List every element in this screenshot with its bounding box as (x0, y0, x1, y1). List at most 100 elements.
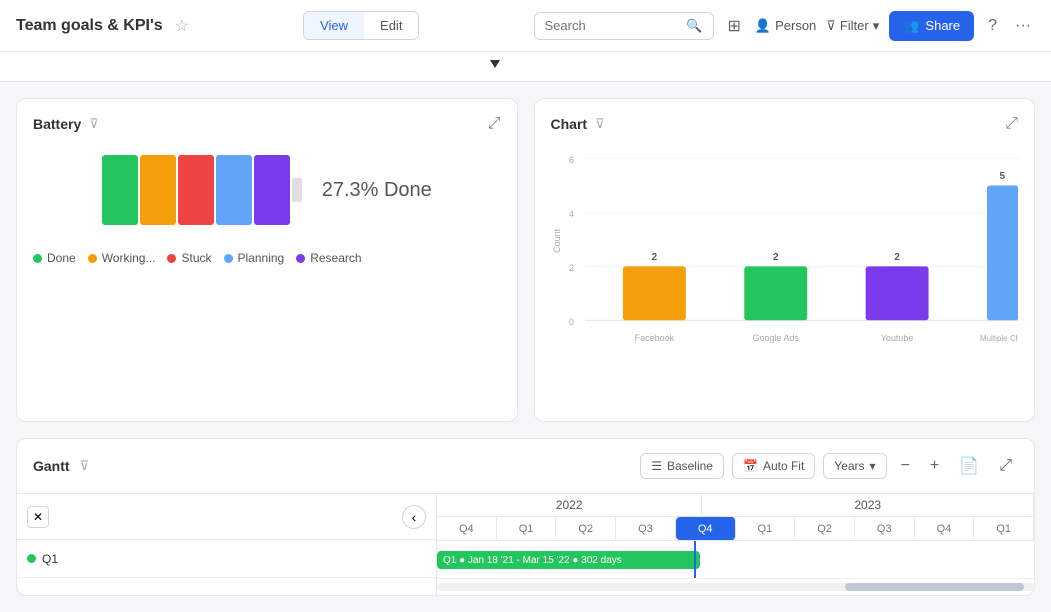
battery-legend: Done Working... Stuck Planning Research (33, 245, 501, 265)
gantt-expand-button[interactable]: ⤢ (993, 455, 1018, 477)
battery-cap (292, 178, 302, 202)
edit-button[interactable]: Edit (364, 12, 418, 39)
quarter-q1-2023: Q1 (736, 517, 796, 540)
cursor (490, 60, 500, 76)
filter-button[interactable]: ⊽ Filter ▾ (826, 18, 879, 34)
gantt-right: 2022 2023 Q4 Q1 Q2 Q3 Q4 Q1 Q2 (437, 494, 1034, 595)
battery-filter-icon[interactable]: ⊽ (89, 116, 99, 132)
person-icon: 👤 (755, 18, 771, 34)
share-icon: 👥 (903, 18, 919, 34)
svg-text:Facebook: Facebook (634, 333, 674, 343)
search-icon: 🔍 (686, 18, 702, 34)
bar-google-ads (744, 266, 807, 320)
legend-item-research: Research (296, 251, 361, 265)
legend-dot-research (296, 254, 305, 263)
header: Team goals & KPI's ☆ View Edit 🔍 ⊞ 👤 Per… (0, 0, 1051, 52)
svg-text:Youtube: Youtube (880, 333, 913, 343)
table-icon[interactable]: ⊞ (724, 12, 745, 40)
battery-bars (102, 155, 302, 225)
autofit-icon: 📅 (743, 459, 758, 473)
gantt-scrollbar[interactable] (437, 583, 1034, 591)
gantt-export-button[interactable]: 📄 (953, 454, 985, 478)
quarter-q2-2022: Q2 (556, 517, 616, 540)
svg-text:2: 2 (568, 263, 573, 273)
svg-text:Count: Count (551, 228, 561, 252)
chart-card: Chart ⊽ ⤢ 6 4 2 0 Count 2 Faceb (534, 98, 1036, 422)
help-icon[interactable]: ? (984, 13, 1001, 39)
battery-card: Battery ⊽ ⤢ 27.3% Done Done Working... (16, 98, 518, 422)
search-box[interactable]: 🔍 (534, 12, 714, 40)
quarter-q1-2022: Q1 (497, 517, 557, 540)
legend-dot-done (33, 254, 42, 263)
header-right: 🔍 ⊞ 👤 Person ⊽ Filter ▾ 👥 Share ? ··· (534, 11, 1036, 41)
filter-icon: ⊽ (826, 18, 836, 34)
search-input[interactable] (545, 18, 681, 33)
autofit-button[interactable]: 📅 Auto Fit (732, 453, 815, 479)
gantt-card: Gantt ⊽ ☰ Baseline 📅 Auto Fit Years ▾ − … (16, 438, 1035, 596)
bar-youtube (865, 266, 928, 320)
legend-item-done: Done (33, 251, 76, 265)
main-content: Battery ⊽ ⤢ 27.3% Done Done Working... (0, 82, 1051, 612)
gantt-scroll-left-button[interactable]: ‹ (402, 505, 426, 529)
more-icon[interactable]: ··· (1011, 13, 1035, 39)
year-2023: 2023 (702, 494, 1034, 516)
star-icon[interactable]: ☆ (175, 16, 189, 36)
svg-text:Google Ads: Google Ads (752, 333, 799, 343)
legend-item-planning: Planning (224, 251, 285, 265)
quarter-q4-2022-highlight: Q4 (676, 517, 736, 540)
years-select[interactable]: Years ▾ (823, 453, 886, 479)
svg-text:2: 2 (894, 252, 900, 263)
gantt-collapse-button[interactable]: ✕ (27, 506, 49, 528)
chevron-down-icon: ▾ (873, 18, 880, 34)
gantt-quarter-row: Q4 Q1 Q2 Q3 Q4 Q1 Q2 Q3 Q4 Q1 (437, 517, 1034, 540)
gantt-header: Gantt ⊽ ☰ Baseline 📅 Auto Fit Years ▾ − … (17, 439, 1034, 494)
legend-item-working: Working... (88, 251, 156, 265)
gantt-scrollbar-thumb (845, 583, 1024, 591)
legend-label-research: Research (310, 251, 361, 265)
quarter-q3-2022: Q3 (616, 517, 676, 540)
svg-text:6: 6 (568, 155, 573, 165)
quarter-q4-2021: Q4 (437, 517, 497, 540)
legend-item-stuck: Stuck (167, 251, 211, 265)
gantt-timeline-header: 2022 2023 Q4 Q1 Q2 Q3 Q4 Q1 Q2 (437, 494, 1034, 541)
legend-dot-working (88, 254, 97, 263)
quarter-q3-2023: Q3 (855, 517, 915, 540)
battery-bar-working (140, 155, 176, 225)
battery-bar-research (254, 155, 290, 225)
chart-filter-icon[interactable]: ⊽ (595, 116, 605, 132)
battery-visual: 27.3% Done (33, 145, 501, 245)
gantt-plus-button[interactable]: + (924, 455, 945, 477)
svg-text:5: 5 (999, 171, 1005, 182)
quarter-q1-2024: Q1 (974, 517, 1034, 540)
share-button[interactable]: 👥 Share (889, 11, 974, 41)
gantt-left-header: ✕ ‹ (17, 494, 436, 540)
year-2022: 2022 (437, 494, 702, 516)
legend-dot-planning (224, 254, 233, 263)
quarter-q4-2023: Q4 (915, 517, 975, 540)
gantt-controls: ☰ Baseline 📅 Auto Fit Years ▾ − + 📄 ⤢ (640, 453, 1018, 479)
gantt-today-line (694, 541, 696, 578)
svg-text:Multiple Cha: Multiple Cha (979, 334, 1018, 343)
chart-title: Chart (551, 116, 588, 132)
baseline-button[interactable]: ☰ Baseline (640, 453, 724, 479)
view-edit-toggle: View Edit (303, 11, 419, 40)
view-button[interactable]: View (304, 12, 364, 39)
legend-label-planning: Planning (238, 251, 285, 265)
chart-expand-button[interactable]: ⤢ (1005, 115, 1018, 133)
page-title: Team goals & KPI's (16, 17, 163, 35)
gantt-row-label: Q1 (27, 552, 58, 566)
battery-percent-text: 27.3% Done (322, 179, 432, 202)
battery-expand-button[interactable]: ⤢ (488, 115, 501, 133)
battery-bar-done (102, 155, 138, 225)
person-button[interactable]: 👤 Person (755, 18, 816, 34)
legend-dot-stuck (167, 254, 176, 263)
svg-text:2: 2 (772, 252, 778, 263)
gantt-filter-icon[interactable]: ⊽ (80, 458, 90, 474)
gantt-year-row: 2022 2023 (437, 494, 1034, 517)
bar-multiple (987, 185, 1018, 320)
battery-bar-planning (216, 155, 252, 225)
baseline-icon: ☰ (651, 459, 662, 473)
gantt-left: ✕ ‹ Q1 (17, 494, 437, 595)
gantt-minus-button[interactable]: − (895, 455, 916, 477)
chart-card-header: Chart ⊽ ⤢ (551, 115, 1019, 133)
